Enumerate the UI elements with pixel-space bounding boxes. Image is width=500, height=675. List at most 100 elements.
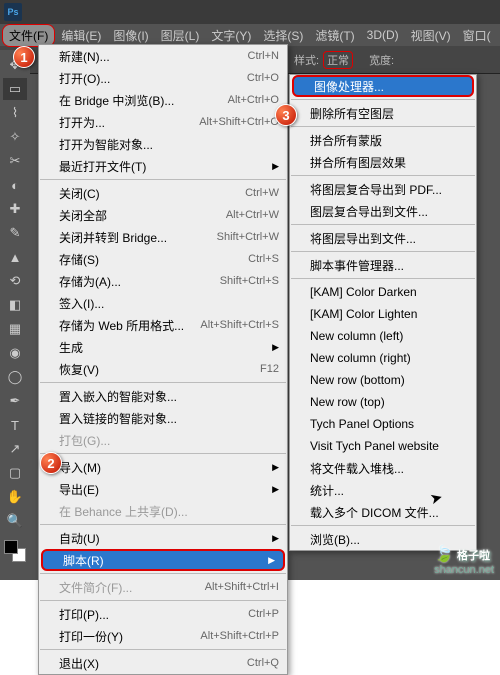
file-menu-item[interactable]: 退出(X)Ctrl+Q xyxy=(39,652,287,674)
file-menu-item-label: 生成 xyxy=(59,339,83,356)
menu-3d[interactable]: 3D(D) xyxy=(361,26,405,44)
tool-crop[interactable]: ✂ xyxy=(3,150,27,172)
tool-lasso[interactable]: ⌇ xyxy=(3,102,27,124)
script-menu-item-label: 将文件载入堆栈... xyxy=(310,460,404,477)
script-menu-item[interactable]: New column (right) xyxy=(290,347,476,369)
menu-layer[interactable]: 图层(L) xyxy=(155,25,206,46)
tool-hand[interactable]: ✋ xyxy=(3,486,27,508)
file-menu-item[interactable]: 脚本(R)▶ xyxy=(41,549,285,571)
file-menu-item-label: 签入(I)... xyxy=(59,295,104,312)
tool-eyedropper[interactable]: ◐ xyxy=(3,174,27,196)
file-menu-separator xyxy=(40,600,286,601)
script-menu-item-label: 图像处理器... xyxy=(314,78,384,95)
tool-brush[interactable]: ✎ xyxy=(3,222,27,244)
menu-edit[interactable]: 编辑(E) xyxy=(55,25,107,46)
file-menu-item[interactable]: 存储为(A)...Shift+Ctrl+S xyxy=(39,270,287,292)
foreground-color[interactable] xyxy=(4,540,18,554)
script-menu-item-label: New column (left) xyxy=(310,329,403,343)
script-menu-item-label: 图层复合导出到文件... xyxy=(310,203,428,220)
script-menu-item[interactable]: 将图层复合导出到 PDF... xyxy=(290,178,476,200)
tool-wand[interactable]: ✧ xyxy=(3,126,27,148)
file-menu-item[interactable]: 最近打开文件(T)▶ xyxy=(39,155,287,177)
file-menu-item[interactable]: 打印一份(Y)Alt+Shift+Ctrl+P xyxy=(39,625,287,647)
tool-pen[interactable]: ✒ xyxy=(3,390,27,412)
script-menu-item-label: 浏览(B)... xyxy=(310,531,360,548)
script-menu-item[interactable]: New row (top) xyxy=(290,391,476,413)
tool-eraser[interactable]: ◧ xyxy=(3,294,27,316)
script-menu-item[interactable]: 删除所有空图层 xyxy=(290,102,476,124)
script-menu-item[interactable]: 脚本事件管理器... xyxy=(290,254,476,276)
menu-image[interactable]: 图像(I) xyxy=(107,25,154,46)
script-menu-item[interactable]: 图层复合导出到文件... xyxy=(290,200,476,222)
tool-path[interactable]: ↗ xyxy=(3,438,27,460)
file-menu-item-label: 打印(P)... xyxy=(59,606,109,623)
color-swatch[interactable] xyxy=(4,540,26,562)
tool-zoom[interactable]: 🔍 xyxy=(3,510,27,532)
opt-style-select[interactable]: 正常 xyxy=(323,51,353,69)
file-menu-item[interactable]: 打印(P)...Ctrl+P xyxy=(39,603,287,625)
file-menu-item[interactable]: 生成▶ xyxy=(39,336,287,358)
file-menu-item[interactable]: 存储为 Web 所用格式...Alt+Shift+Ctrl+S xyxy=(39,314,287,336)
file-menu-item[interactable]: 签入(I)... xyxy=(39,292,287,314)
script-menu-item-label: New row (bottom) xyxy=(310,373,405,387)
menu-filter[interactable]: 滤镜(T) xyxy=(309,25,360,46)
script-menu-item-label: 载入多个 DICOM 文件... xyxy=(310,504,439,521)
script-menu-item[interactable]: New column (left) xyxy=(290,325,476,347)
menu-view[interactable]: 视图(V) xyxy=(405,25,457,46)
file-menu-item[interactable]: 导入(M)▶ xyxy=(39,456,287,478)
file-menu-item[interactable]: 打开(O)...Ctrl+O xyxy=(39,67,287,89)
file-menu-item-label: 存储(S) xyxy=(59,251,99,268)
script-menu-item[interactable]: 将文件载入堆栈... xyxy=(290,457,476,479)
toolbar: ✥ ▭ ⌇ ✧ ✂ ◐ ✚ ✎ ▲ ⟲ ◧ ▦ ◉ ◯ ✒ T ↗ ▢ ✋ 🔍 xyxy=(0,50,30,562)
file-menu-item[interactable]: 恢复(V)F12 xyxy=(39,358,287,380)
file-menu-item: 在 Behance 上共享(D)... xyxy=(39,500,287,522)
file-menu-item[interactable]: 自动(U)▶ xyxy=(39,527,287,549)
annotation-badge-2: 2 xyxy=(40,452,62,474)
tool-dodge[interactable]: ◯ xyxy=(3,366,27,388)
script-menu-item[interactable]: 拼合所有图层效果 xyxy=(290,151,476,173)
tool-shape[interactable]: ▢ xyxy=(3,462,27,484)
tool-heal[interactable]: ✚ xyxy=(3,198,27,220)
tool-type[interactable]: T xyxy=(3,414,27,436)
script-menu-item[interactable]: New row (bottom) xyxy=(290,369,476,391)
tool-marquee[interactable]: ▭ xyxy=(3,78,27,100)
menu-window[interactable]: 窗口( xyxy=(457,25,497,46)
script-menu-item[interactable]: Tych Panel Options xyxy=(290,413,476,435)
file-menu-item[interactable]: 打开为智能对象... xyxy=(39,133,287,155)
script-menu-item-label: New row (top) xyxy=(310,395,385,409)
file-menu-item[interactable]: 导出(E)▶ xyxy=(39,478,287,500)
script-menu-item[interactable]: 统计... xyxy=(290,479,476,501)
tool-history[interactable]: ⟲ xyxy=(3,270,27,292)
menu-select[interactable]: 选择(S) xyxy=(257,25,309,46)
file-menu-item-label: 恢复(V) xyxy=(59,361,99,378)
script-menu-item[interactable]: 拼合所有蒙版 xyxy=(290,129,476,151)
script-menu-item[interactable]: 将图层导出到文件... xyxy=(290,227,476,249)
file-menu-item-label: 置入嵌入的智能对象... xyxy=(59,388,177,405)
file-menu-item[interactable]: 在 Bridge 中浏览(B)...Alt+Ctrl+O xyxy=(39,89,287,111)
tool-blur[interactable]: ◉ xyxy=(3,342,27,364)
menu-type[interactable]: 文字(Y) xyxy=(205,25,257,46)
watermark-url: shancun.net xyxy=(434,564,494,576)
menubar: 文件(F) 编辑(E) 图像(I) 图层(L) 文字(Y) 选择(S) 滤镜(T… xyxy=(0,24,500,46)
script-menu-item-label: 拼合所有蒙版 xyxy=(310,132,382,149)
script-menu-item-label: Tych Panel Options xyxy=(310,417,414,431)
script-menu-item[interactable]: [KAM] Color Darken xyxy=(290,281,476,303)
annotation-badge-3: 3 xyxy=(275,104,297,126)
script-menu-item-label: Visit Tych Panel website xyxy=(310,439,439,453)
file-menu-item[interactable]: 置入嵌入的智能对象... xyxy=(39,385,287,407)
file-menu-item[interactable]: 置入链接的智能对象... xyxy=(39,407,287,429)
file-menu-item[interactable]: 存储(S)Ctrl+S xyxy=(39,248,287,270)
script-menu-item[interactable]: 载入多个 DICOM 文件... xyxy=(290,501,476,523)
file-menu-item[interactable]: 关闭并转到 Bridge...Shift+Ctrl+W xyxy=(39,226,287,248)
tool-stamp[interactable]: ▲ xyxy=(3,246,27,268)
file-menu-shortcut: Alt+Shift+Ctrl+S xyxy=(200,319,279,331)
file-menu-shortcut: Alt+Shift+Ctrl+O xyxy=(199,116,279,128)
script-menu-item[interactable]: [KAM] Color Lighten xyxy=(290,303,476,325)
file-menu-item[interactable]: 关闭全部Alt+Ctrl+W xyxy=(39,204,287,226)
script-menu-item[interactable]: 图像处理器... xyxy=(292,75,474,97)
file-menu-item[interactable]: 新建(N)...Ctrl+N xyxy=(39,45,287,67)
tool-gradient[interactable]: ▦ xyxy=(3,318,27,340)
file-menu-item[interactable]: 打开为...Alt+Shift+Ctrl+O xyxy=(39,111,287,133)
file-menu-item[interactable]: 关闭(C)Ctrl+W xyxy=(39,182,287,204)
script-menu-item[interactable]: Visit Tych Panel website xyxy=(290,435,476,457)
